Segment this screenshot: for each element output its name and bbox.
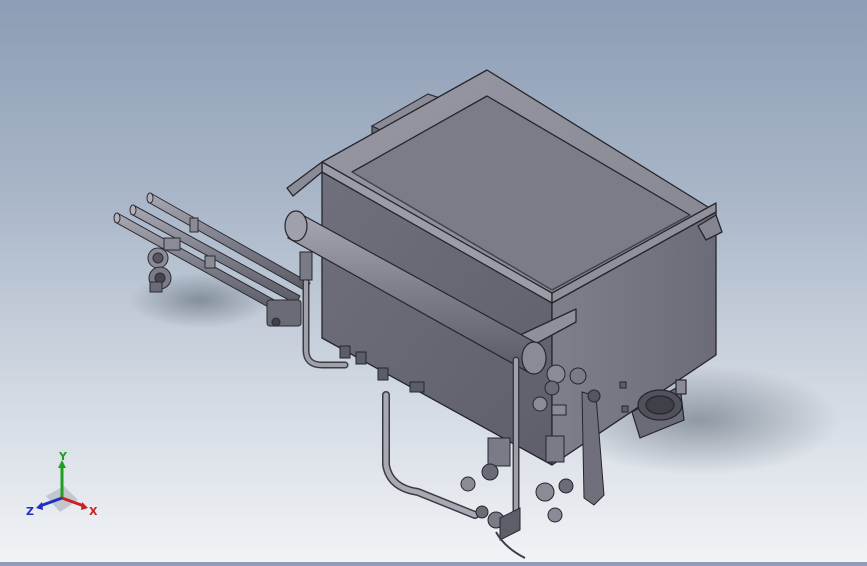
y-axis-label: Y bbox=[58, 450, 68, 463]
graphics-area[interactable]: Y X Z bbox=[0, 0, 867, 562]
coordinate-triad[interactable]: Y X Z bbox=[22, 448, 106, 532]
model-view[interactable] bbox=[0, 0, 867, 562]
x-axis-label: X bbox=[89, 505, 98, 518]
z-axis-label: Z bbox=[26, 505, 34, 518]
